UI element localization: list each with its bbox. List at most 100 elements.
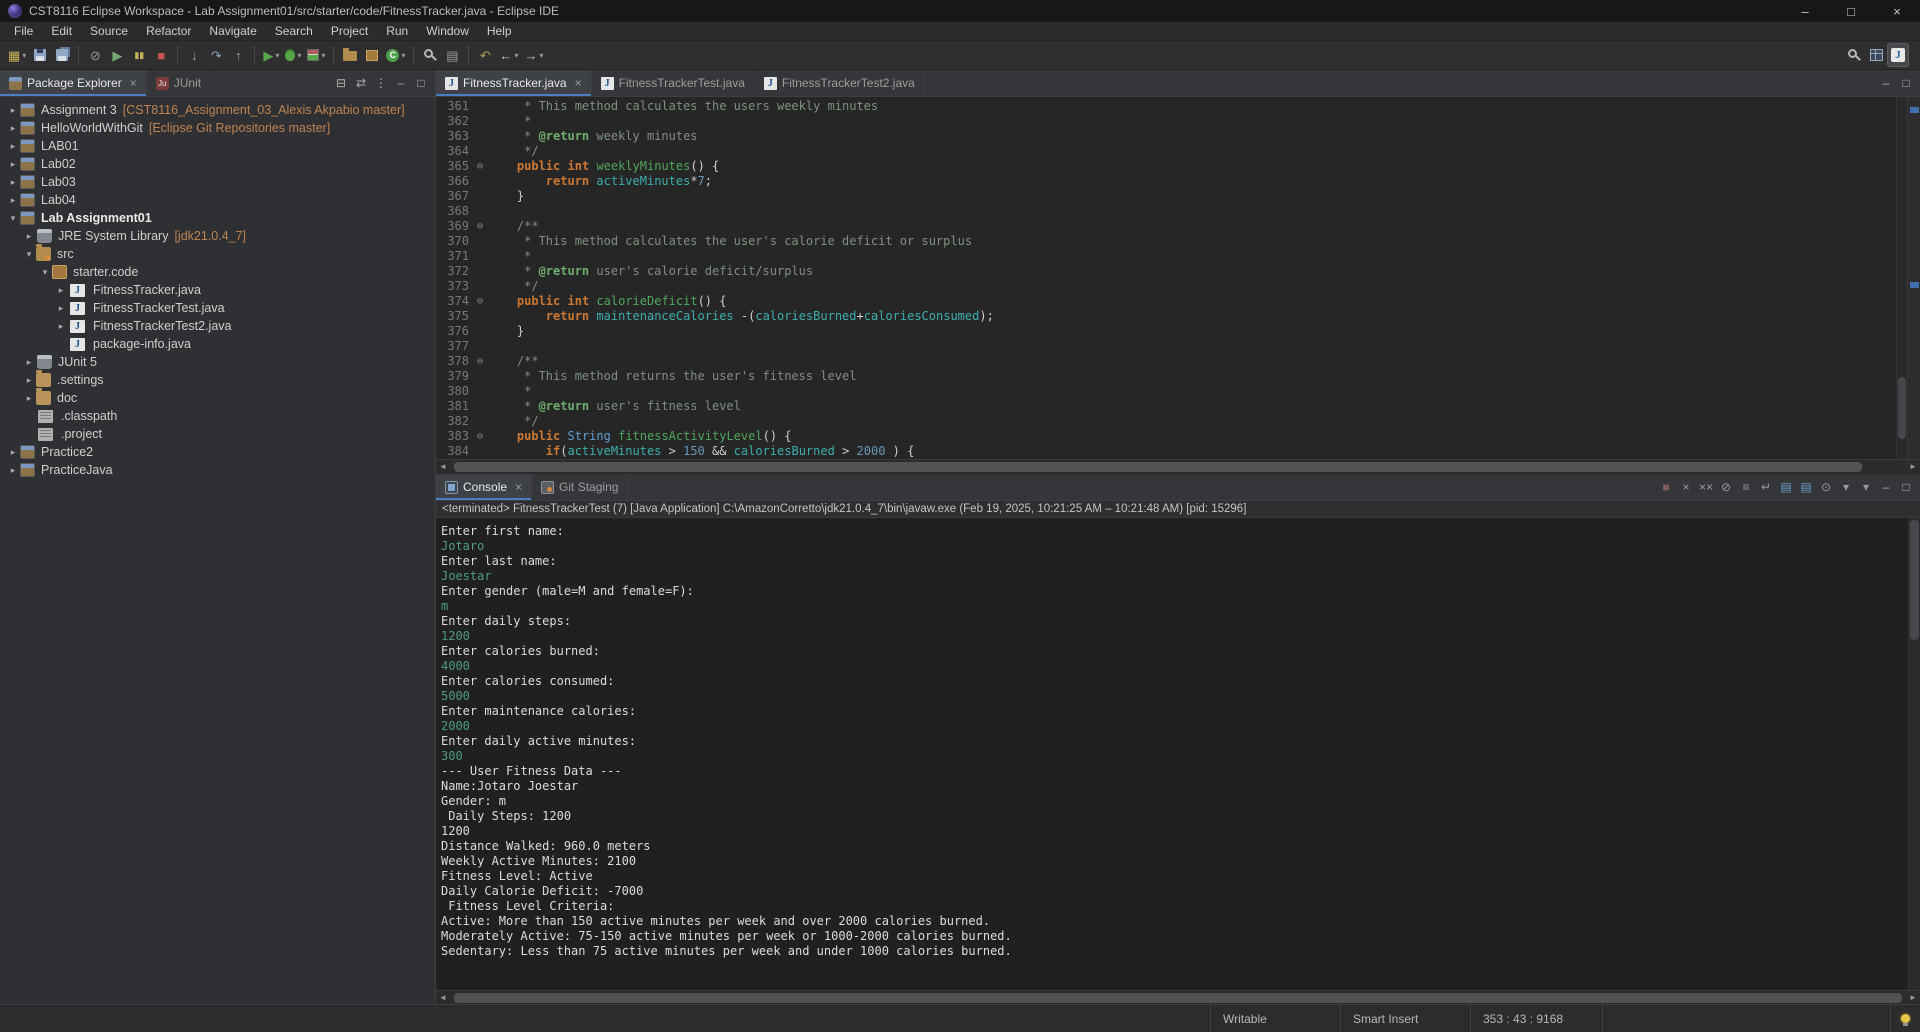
editor-hscroll-track[interactable] [450,460,1906,474]
expand-arrow-icon[interactable]: ▸ [6,105,20,116]
tree-item-lab03[interactable]: ▸Lab03 [0,173,435,191]
fold-marker-icon[interactable]: ⊖ [472,219,488,234]
remove-all-terminated-launches-button[interactable]: ×× [1696,477,1716,497]
explorer-tab-junit[interactable]: JUnit [147,70,211,96]
close-tab-icon[interactable]: × [575,76,582,90]
minimize-button[interactable]: – [1876,73,1896,93]
collapse-arrow-icon[interactable]: ▾ [22,249,36,260]
tree-item-settings[interactable]: ▸.settings [0,371,435,389]
new-package-button[interactable] [361,43,383,67]
menu-project[interactable]: Project [322,23,377,39]
expand-arrow-icon[interactable]: ▸ [54,303,68,314]
tree-item-fitnesstrackertest-java[interactable]: ▸FitnessTrackerTest.java [0,299,435,317]
expand-arrow-icon[interactable]: ▸ [22,375,36,386]
editor-hscroll-thumb[interactable] [454,462,1862,472]
step-into-button[interactable]: ↓ [183,43,205,67]
terminate-button[interactable]: ■ [150,43,172,67]
console-hscroll-track[interactable] [450,991,1906,1005]
console-vertical-scrollbar[interactable] [1908,518,1920,990]
tree-item-lab02[interactable]: ▸Lab02 [0,155,435,173]
run-button[interactable]: ▶▾ [260,43,282,67]
menu-navigate[interactable]: Navigate [200,23,265,39]
menu-edit[interactable]: Edit [42,23,81,39]
tree-item-lab04[interactable]: ▸Lab04 [0,191,435,209]
expand-arrow-icon[interactable]: ▸ [22,231,36,242]
forward-button[interactable]: →▾ [521,43,546,67]
explorer-tab-package-explorer[interactable]: Package Explorer× [0,70,147,96]
fold-marker-icon[interactable]: ⊖ [472,429,488,444]
tree-item-src[interactable]: ▾src [0,245,435,263]
maximize-window-button[interactable]: □ [1828,0,1874,22]
scroll-right-arrow-icon[interactable]: ► [1906,993,1920,1002]
expand-arrow-icon[interactable]: ▸ [54,285,68,296]
tree-item-junit-5[interactable]: ▸JUnit 5 [0,353,435,371]
tree-item-fitnesstracker-java[interactable]: ▸FitnessTracker.java [0,281,435,299]
expand-arrow-icon[interactable]: ▸ [6,141,20,152]
step-return-button[interactable]: ↑ [227,43,249,67]
java-perspective-button[interactable] [1887,43,1909,67]
close-tab-icon[interactable]: × [515,480,522,494]
scroll-left-arrow-icon[interactable]: ◄ [436,993,450,1002]
collapse-arrow-icon[interactable]: ▾ [38,267,52,278]
expand-arrow-icon[interactable]: ▸ [22,393,36,404]
tree-item-doc[interactable]: ▸doc [0,389,435,407]
editor-tab-fitnesstrackertest-java[interactable]: FitnessTrackerTest.java [592,70,755,96]
collapse-all-button[interactable]: ⊟ [331,73,351,93]
tree-item-practicejava[interactable]: ▸PracticeJava [0,461,435,479]
project-tree[interactable]: ▸Assignment 3[CST8116_Assignment_03_Alex… [0,97,435,1004]
editor-horizontal-scrollbar[interactable]: ◄ ► [436,459,1920,473]
close-window-button[interactable]: × [1874,0,1920,22]
minimize-button[interactable]: – [391,73,411,93]
quick-search-button[interactable] [1843,43,1865,67]
tree-item-jre-system-library[interactable]: ▸JRE System Library[jdk21.0.4_7] [0,227,435,245]
suspend-button[interactable]: ▮▮ [128,43,150,67]
expand-arrow-icon[interactable]: ▸ [6,159,20,170]
coverage-button[interactable]: ▾ [304,43,328,67]
expand-arrow-icon[interactable]: ▸ [6,465,20,476]
skip-all-breakpoints-button[interactable]: ⊘ [84,43,106,67]
maximize-button[interactable]: □ [1896,73,1916,93]
maximize-button[interactable]: □ [1896,477,1916,497]
close-tab-icon[interactable]: × [130,76,137,90]
annotation-marker[interactable] [1910,282,1919,288]
fold-marker-icon[interactable]: ⊖ [472,294,488,309]
show-console-on-stdout-button[interactable]: ▤ [1776,477,1796,497]
code-lines[interactable]: 361 * This method calculates the users w… [436,97,1896,459]
last-edit-location-button[interactable]: ↶ [474,43,496,67]
debug-button[interactable]: ▾ [282,43,304,67]
collapse-arrow-icon[interactable]: ▾ [6,213,20,224]
terminate-button[interactable]: ■ [1656,477,1676,497]
step-over-button[interactable]: ↷ [205,43,227,67]
tree-item-practice2[interactable]: ▸Practice2 [0,443,435,461]
open-perspective-button[interactable] [1865,43,1887,67]
expand-arrow-icon[interactable]: ▸ [22,357,36,368]
expand-arrow-icon[interactable]: ▸ [6,195,20,206]
back-button[interactable]: ←▾ [496,43,521,67]
menu-source[interactable]: Source [81,23,137,39]
search-button[interactable] [419,43,441,67]
new-wizard-button[interactable]: ▦▾ [5,43,29,67]
expand-arrow-icon[interactable]: ▸ [6,177,20,188]
open-console-button[interactable]: ▾ [1856,477,1876,497]
view-menu-button[interactable]: ⋮ [371,73,391,93]
menu-search[interactable]: Search [266,23,322,39]
open-task-button[interactable]: ▤ [441,43,463,67]
console-hscroll-thumb[interactable] [454,993,1902,1003]
console-vscroll-thumb[interactable] [1910,520,1919,640]
fold-marker-icon[interactable]: ⊖ [472,159,488,174]
minimize-window-button[interactable]: – [1782,0,1828,22]
pin-console-button[interactable]: ⊙ [1816,477,1836,497]
editor-vscroll-thumb[interactable] [1898,377,1906,439]
code-editor[interactable]: 361 * This method calculates the users w… [436,97,1920,459]
clear-console-button[interactable]: ⊘ [1716,477,1736,497]
menu-refactor[interactable]: Refactor [137,23,200,39]
new-class-button[interactable]: ▾ [383,43,408,67]
fold-marker-icon[interactable]: ⊖ [472,354,488,369]
scroll-lock-button[interactable]: ≡ [1736,477,1756,497]
console-tab-git-staging[interactable]: Git Staging [532,474,628,500]
display-selected-console-button[interactable]: ▾ [1836,477,1856,497]
link-with-editor-button[interactable]: ⇄ [351,73,371,93]
menu-file[interactable]: File [5,23,42,39]
expand-arrow-icon[interactable]: ▸ [6,447,20,458]
console-tab-console[interactable]: Console× [436,474,532,500]
